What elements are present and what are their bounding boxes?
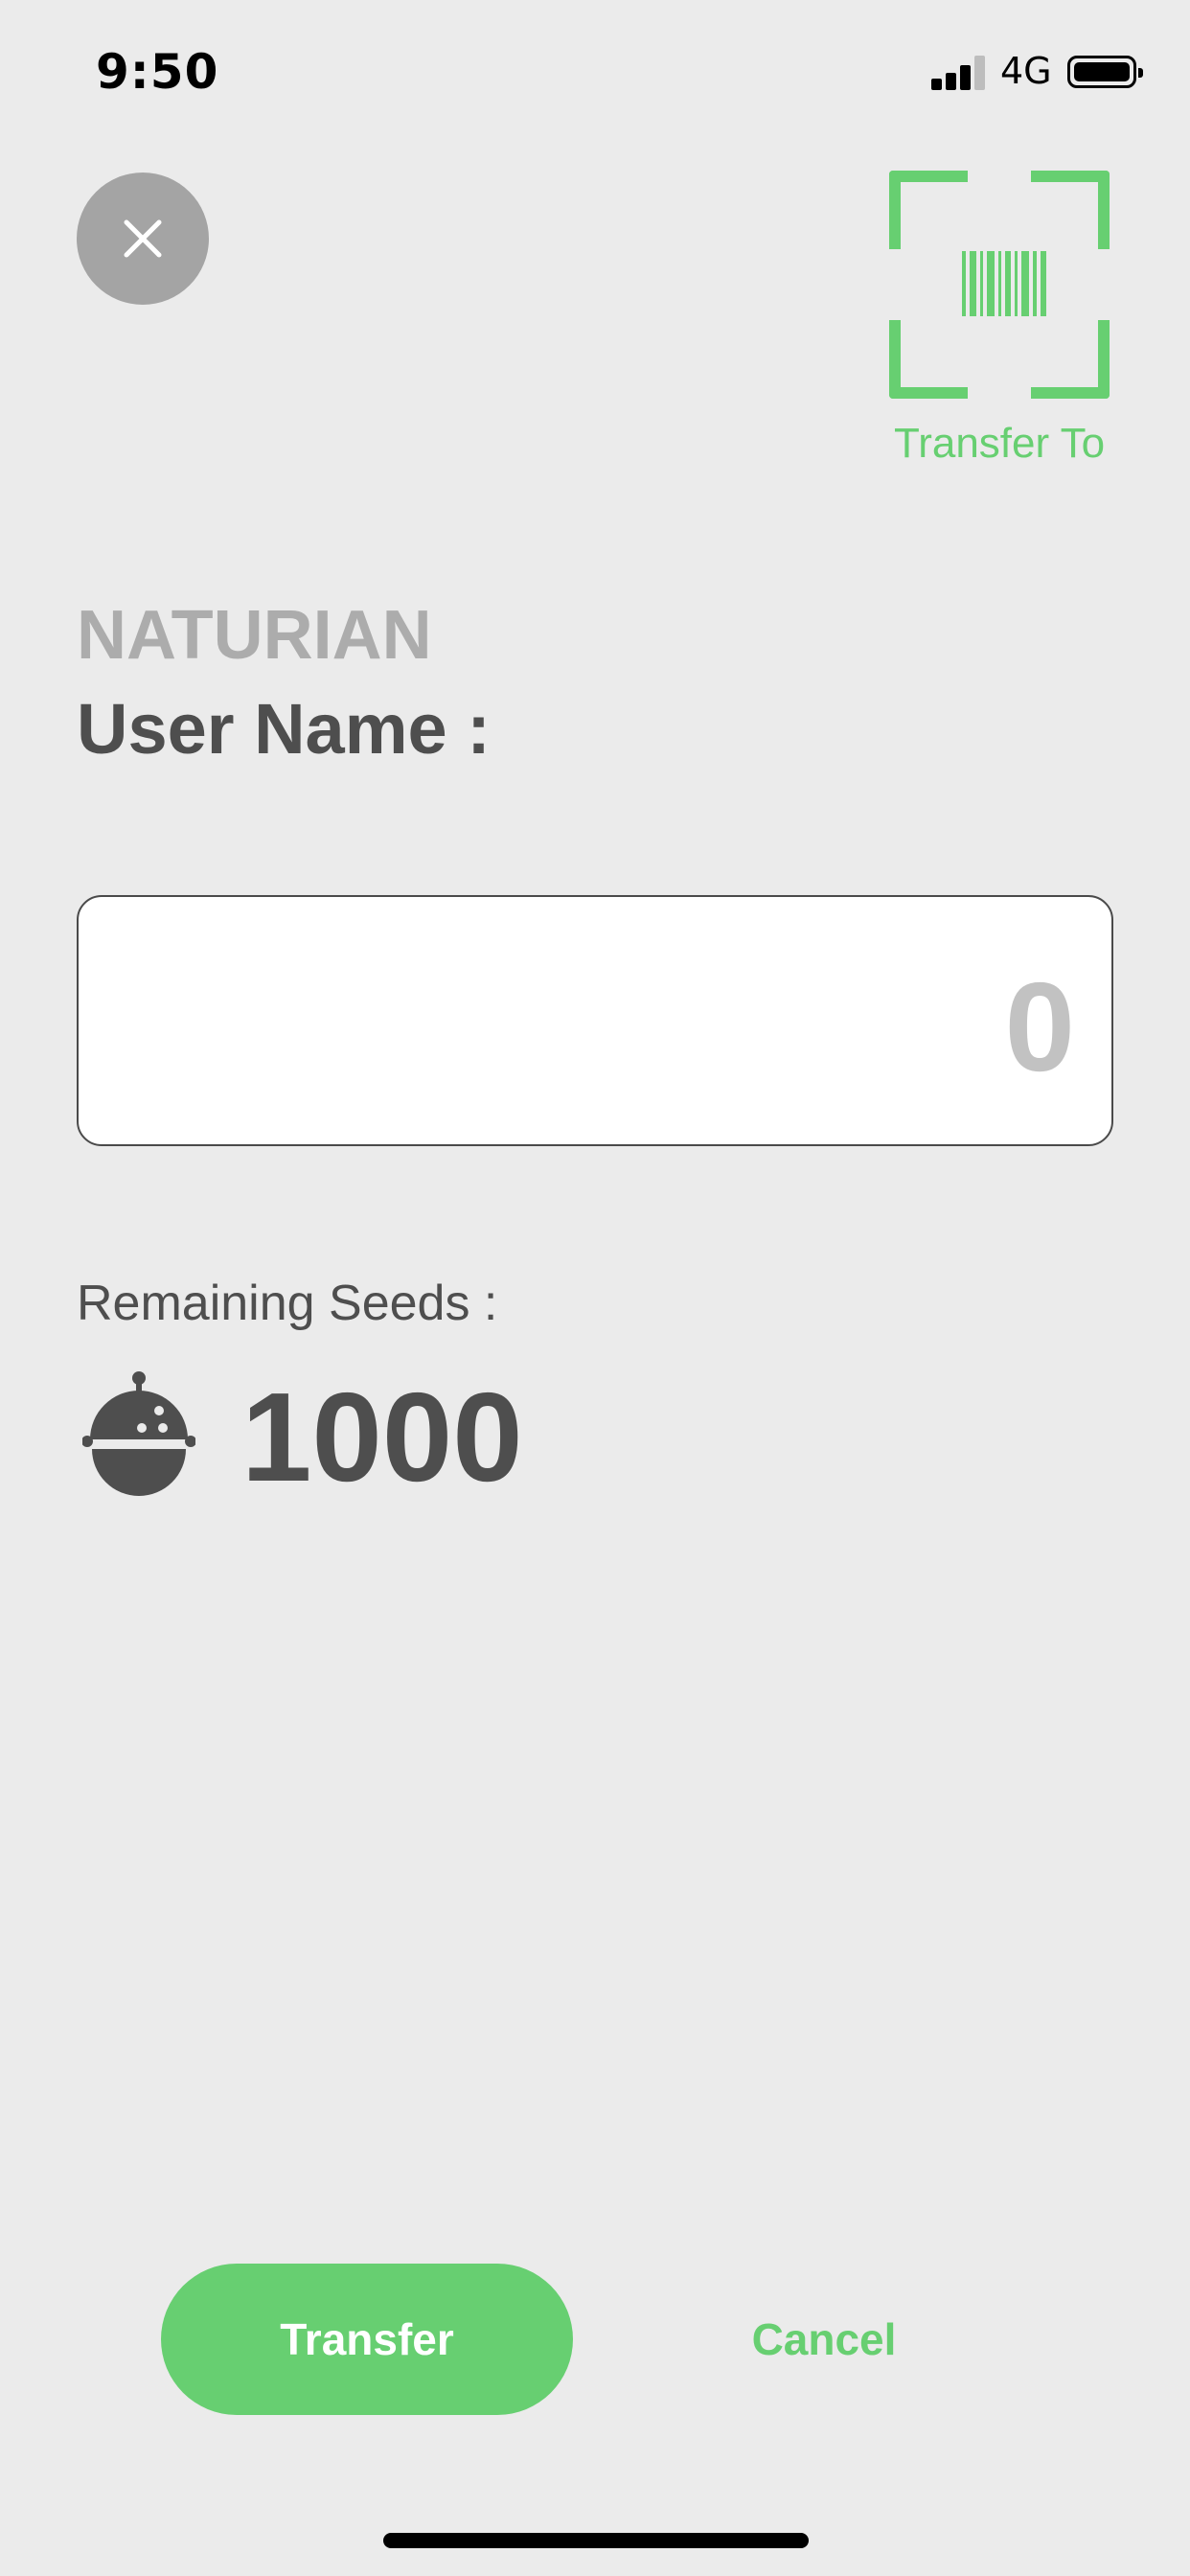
amount-input[interactable]: 0 <box>77 895 1113 1146</box>
battery-icon <box>1067 56 1143 88</box>
barcode-scan-button[interactable] <box>889 171 1110 399</box>
close-button[interactable] <box>77 172 209 305</box>
seed-icon <box>82 1371 195 1496</box>
network-type: 4G <box>1000 50 1052 92</box>
signal-icon <box>931 56 987 90</box>
barcode-scan-icon <box>962 251 1046 316</box>
remaining-seeds-label: Remaining Seeds : <box>77 1276 498 1331</box>
transfer-to-label[interactable]: Transfer To <box>862 420 1136 468</box>
amount-value: 0 <box>1004 956 1075 1097</box>
status-time: 9:50 <box>96 44 219 100</box>
cancel-button[interactable]: Cancel <box>728 2264 920 2415</box>
seed-count: 1000 <box>241 1367 523 1507</box>
username-label: User Name : <box>77 689 491 769</box>
home-indicator[interactable] <box>383 2533 809 2548</box>
brand-label: NATURIAN <box>77 597 432 674</box>
close-icon <box>124 219 162 258</box>
transfer-button[interactable]: Transfer <box>161 2264 573 2415</box>
